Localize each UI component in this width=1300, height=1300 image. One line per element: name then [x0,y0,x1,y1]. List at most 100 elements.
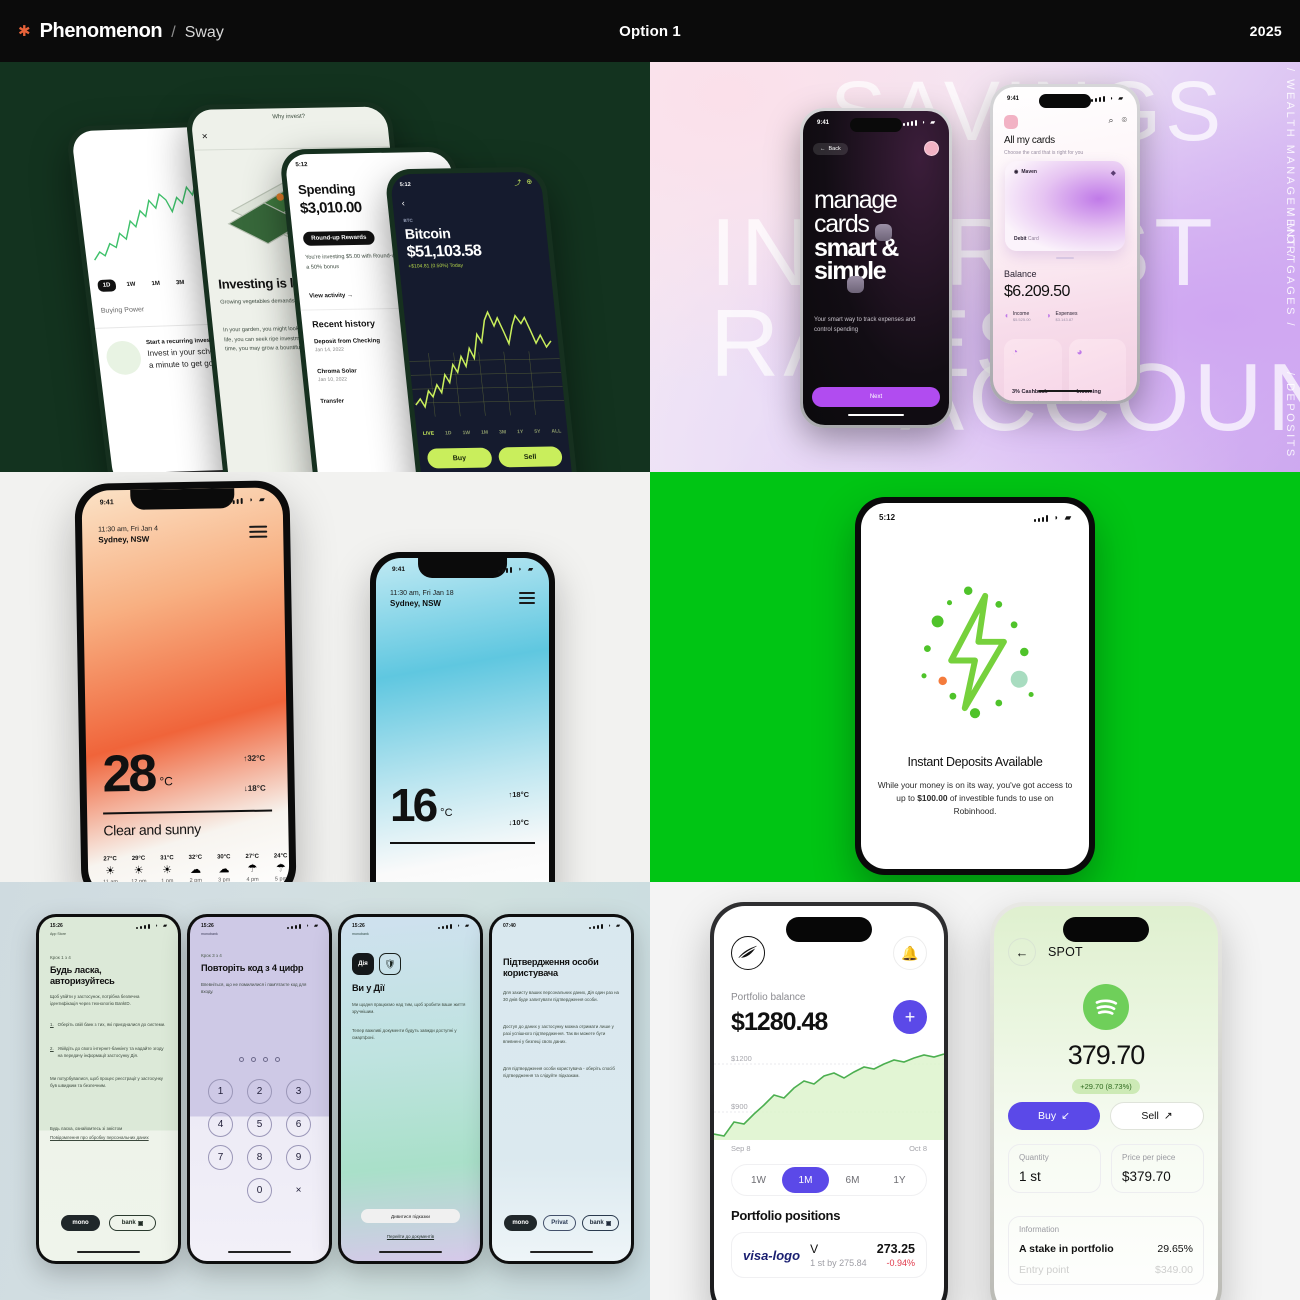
view-activity-link[interactable]: View activity → [309,293,353,300]
spot-price: 379.70 [1067,1040,1146,1070]
buying-power-label: Buying Power [100,306,145,315]
key-4[interactable]: 4 [208,1112,233,1137]
range-all[interactable]: ALL [551,428,561,434]
carrier-label: monobank [201,932,218,936]
bank-button[interactable]: bank ▣ [109,1215,156,1231]
range-1y[interactable]: 1Y [876,1167,923,1193]
list-number: 1. [50,1022,54,1027]
key-2[interactable]: 2 [247,1079,272,1104]
brand[interactable]: ✱ Phenomenon / Sway [18,20,224,43]
range-1d[interactable]: 1D [97,279,117,292]
buy-button[interactable]: Buy [426,447,493,469]
home-indicator [228,1251,291,1253]
bell-icon[interactable]: 🔔 [893,936,927,970]
screen-body-2: Доступ до даних у застосунку можна отрим… [503,1024,614,1044]
range-1w[interactable]: 1W [735,1167,782,1193]
status-icons: ◗ ▰ [1034,513,1071,522]
rain-icon: ☂ [247,862,258,875]
privat-button[interactable]: Privat [543,1215,577,1231]
key-5[interactable]: 5 [247,1112,272,1137]
weather-city: Sydney, NSW [98,534,150,545]
range-selector[interactable]: 1W 1M 6M 1Y [731,1164,927,1196]
range-1m[interactable]: 1M [782,1167,829,1193]
add-icon[interactable]: ⊕ [526,178,533,188]
key-8[interactable]: 8 [247,1145,272,1170]
balance-label: Balance [1004,269,1037,279]
key-6[interactable]: 6 [286,1112,311,1137]
next-button[interactable]: Next [812,387,940,407]
buy-label: Buy [1038,1110,1057,1122]
avatar[interactable] [1004,115,1018,129]
panel-weather: 9:41 ◗ ▰ 11:30 am, Fri Jan 4 Sydney, NSW … [0,472,650,882]
screen-body-1: Для захисту ваших персональних даних, Ді… [503,990,619,1003]
status-time: 15:26 [50,923,63,929]
key-9[interactable]: 9 [286,1145,311,1170]
income-icon: ◖ [1004,311,1009,320]
screen-body-2: Тепер важливі документи будуть завжди до… [352,1028,457,1041]
menu-icon[interactable] [519,592,535,607]
range-5y[interactable]: 5Y [534,429,541,435]
back-label: Back [828,146,841,152]
key-delete[interactable]: × [286,1178,311,1203]
range-1m[interactable]: 1M [481,430,489,436]
search-icon[interactable]: ⌕ [1109,115,1114,126]
key-7[interactable]: 7 [208,1145,233,1170]
range-6m[interactable]: 6M [829,1167,876,1193]
temp-high: ↑32°C [243,753,266,764]
hourly-forecast[interactable]: 27°C ☀ 11 am 29°C ☀ 12 pm 31°C ☀ 1 pm [102,853,289,882]
back-button[interactable]: ← Back [813,143,848,155]
avatar[interactable] [924,141,939,156]
privacy-policy-link[interactable]: Повідомлення про обробку персональних да… [50,1134,167,1141]
price-value: $379.70 [1122,1169,1171,1184]
range-3m[interactable]: 3M [170,277,190,290]
range-live[interactable]: LIVE [423,431,435,437]
pin-keypad[interactable]: 1 2 3 4 5 6 7 8 9 0 × [205,1079,314,1203]
phone-instant-deposits: 5:12 ◗ ▰ Instant Deposits Available Whil… [855,497,1095,875]
pin-dot [239,1057,244,1062]
card-type: Card [1027,236,1039,242]
buy-button[interactable]: Buy ↙ [1008,1102,1100,1130]
range-3m[interactable]: 3M [499,429,507,435]
range-1w[interactable]: 1W [121,279,142,292]
sell-button[interactable]: Sell [497,446,564,468]
range-1d[interactable]: 1D [445,430,452,436]
hour-temp: 30°C [217,854,231,861]
credit-card[interactable]: ◉ Maven ◆ Debit Card [1005,161,1125,251]
key-0[interactable]: 0 [247,1178,272,1203]
bank-button[interactable]: bank ▣ [582,1215,619,1231]
hour-temp: 29°C [131,855,146,862]
share-icon[interactable]: ⤴ [514,178,522,188]
year-label: 2025 [1249,23,1282,39]
range-1m[interactable]: 1M [146,278,166,291]
screen-title: Підтвердження особи користувача [503,957,599,979]
back-icon[interactable]: ‹ [401,198,405,208]
menu-icon[interactable] [249,525,268,542]
mono-button[interactable]: mono [504,1215,537,1231]
incoming-sub: without commission [1077,399,1112,401]
temp-unit: °C [159,774,173,789]
breadcrumb-separator: / [171,23,176,41]
wallet-subtitle: Choose the card that is right for you [1004,150,1084,156]
range-1y[interactable]: 1Y [517,429,524,435]
position-row[interactable]: visa-logo V 1 st by 275.84 273.25 -0.94% [731,1232,927,1278]
pin-dot [275,1057,280,1062]
documents-link[interactable]: Перейти до документів [341,1234,480,1239]
position-change: -0.94% [886,1258,915,1268]
back-arrow-icon[interactable]: ← [1008,938,1036,966]
mono-button[interactable]: mono [61,1215,101,1231]
tips-button[interactable]: Дивитися підказки [361,1209,460,1223]
cloud-icon: ☁ [189,863,202,876]
add-button[interactable]: + [893,1000,927,1034]
portfolio-balance-label: Portfolio balance [731,992,806,1003]
range-1w[interactable]: 1W [462,430,470,436]
sell-button[interactable]: Sell ↗ [1110,1102,1204,1130]
key-3[interactable]: 3 [286,1079,311,1104]
status-icons: ◗ ▰ [589,923,620,929]
sell-label: Sell [1141,1110,1159,1122]
bell-icon[interactable]: ⌾ [1122,115,1127,126]
close-icon[interactable]: × [201,131,208,142]
key-1[interactable]: 1 [208,1079,233,1104]
dynamic-island [1063,917,1149,942]
rain-icon: ☂ [275,862,286,875]
status-time: 9:41 [392,565,406,573]
